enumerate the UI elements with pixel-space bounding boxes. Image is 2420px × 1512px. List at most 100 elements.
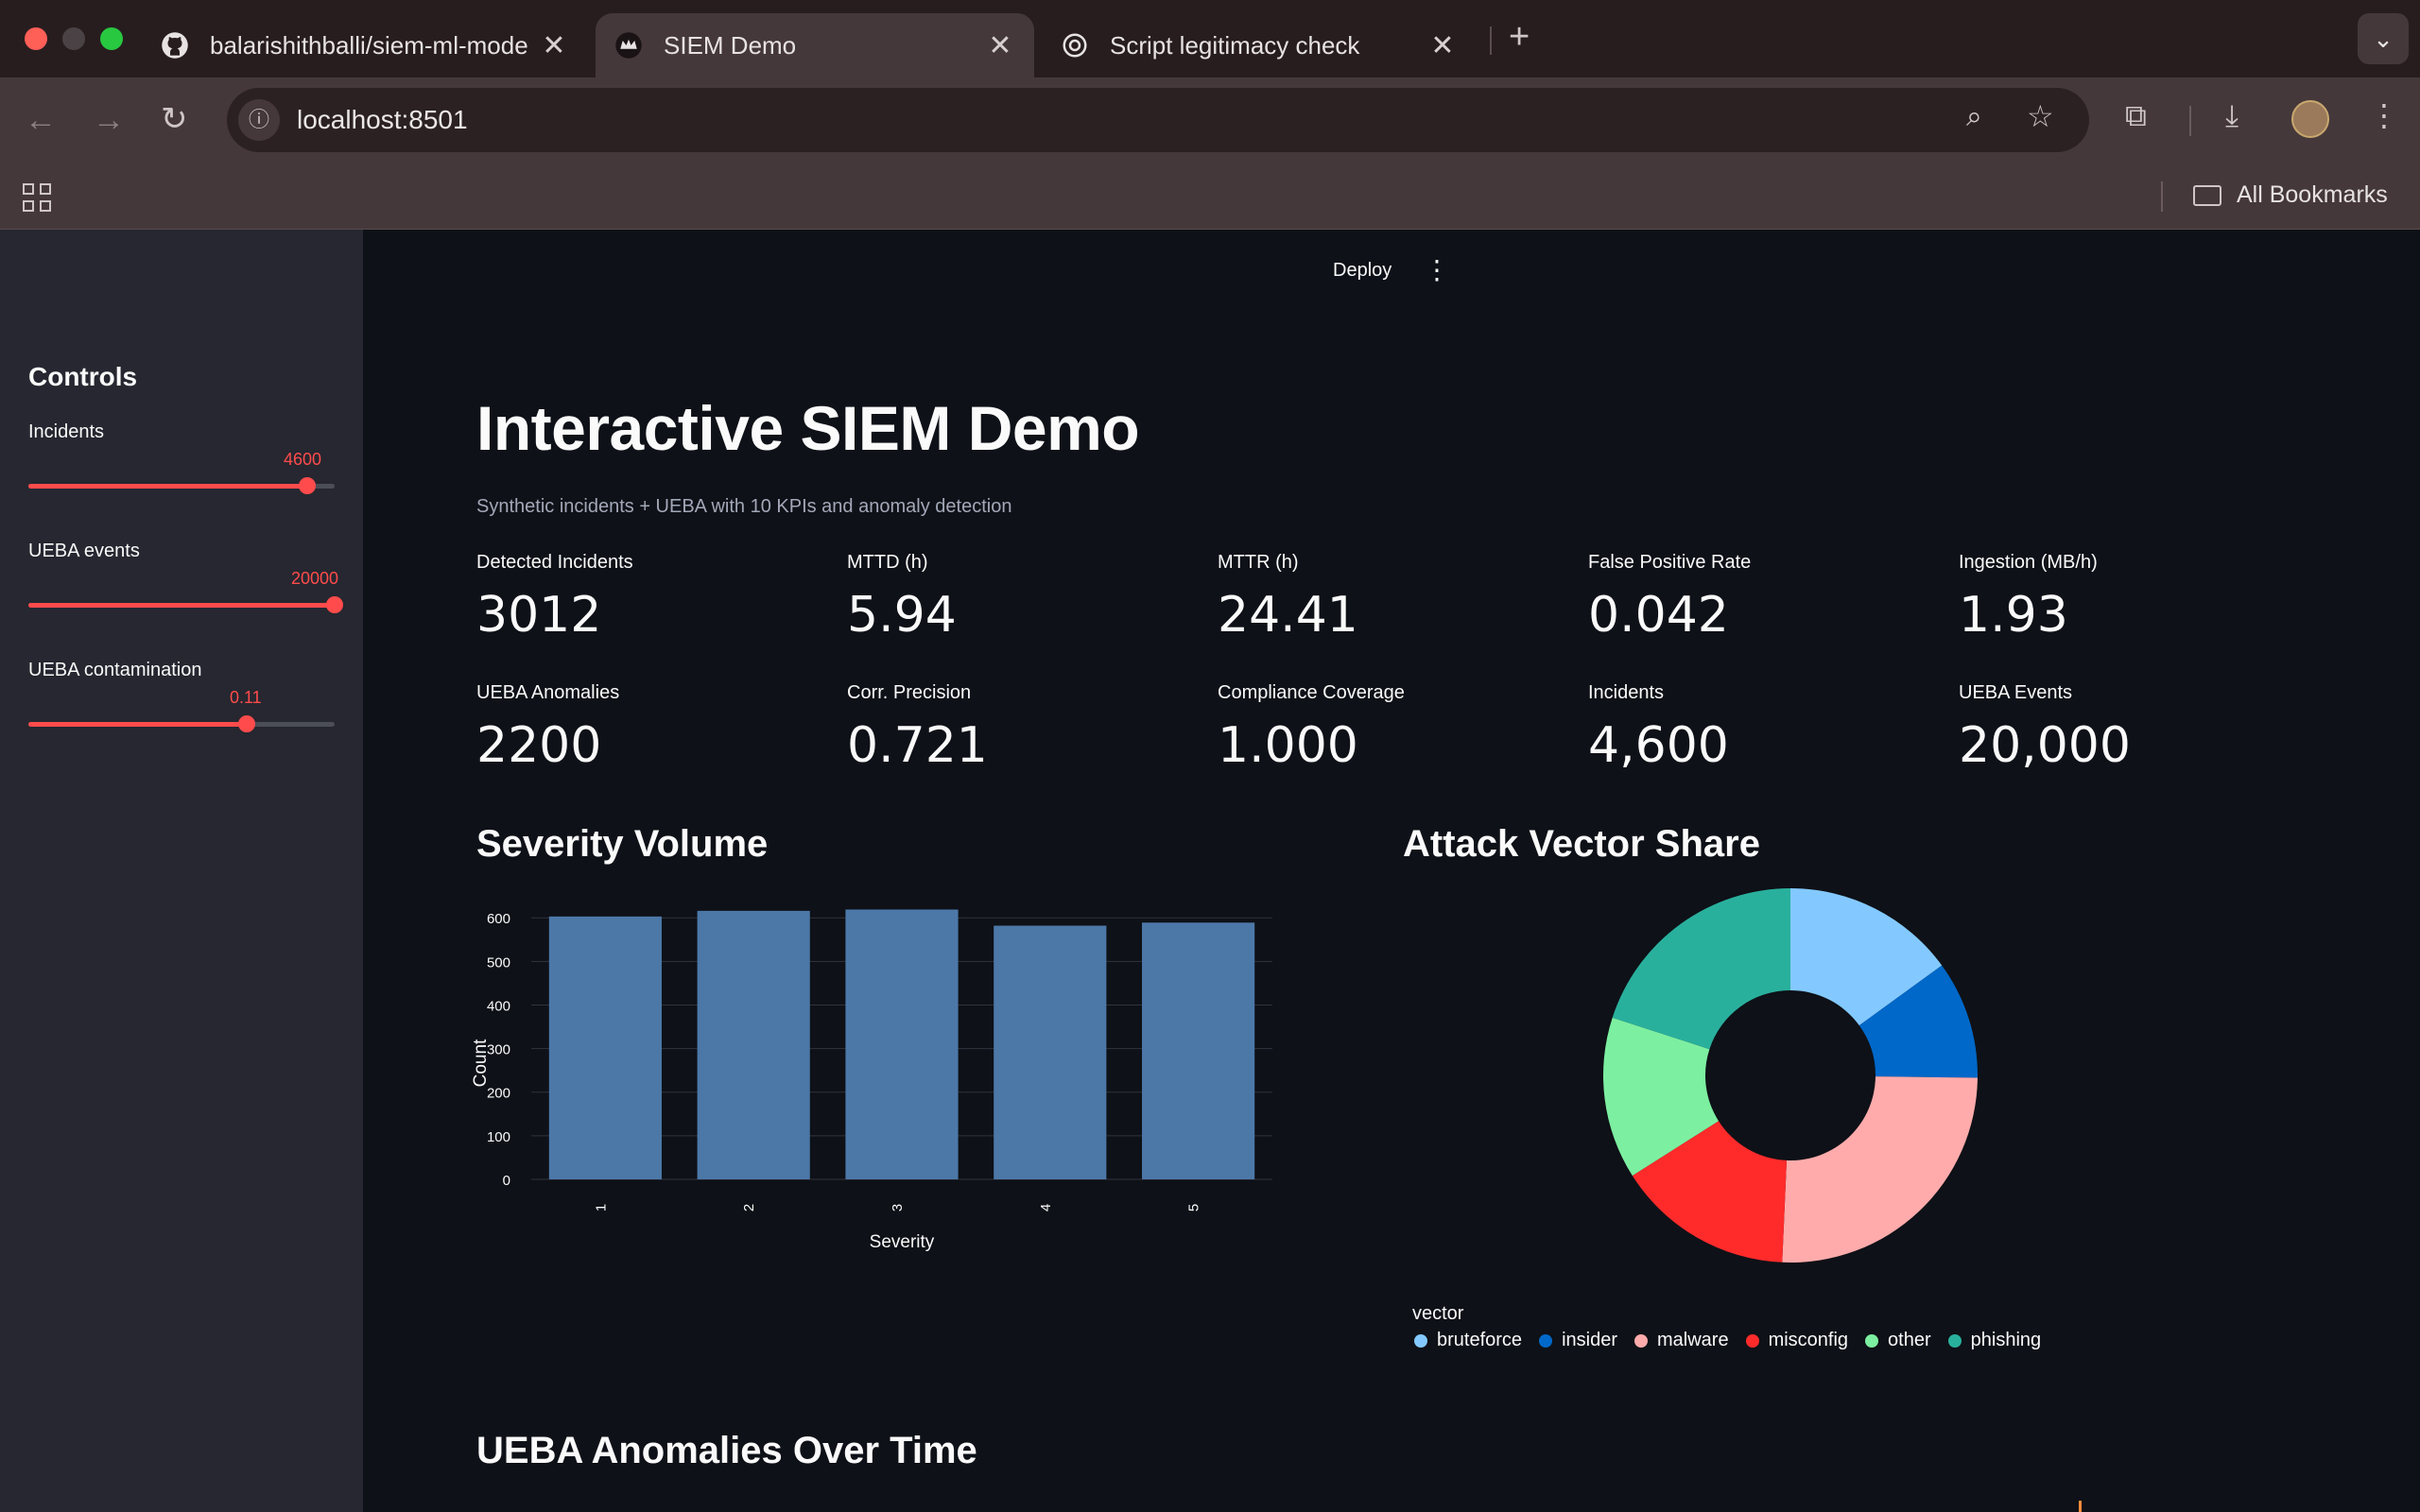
slice-phishing xyxy=(1612,888,1790,1050)
kpi-value: 20,000 xyxy=(1959,717,2131,774)
bar-severity-4 xyxy=(994,925,1107,1179)
legend-swatch xyxy=(1865,1333,1879,1348)
slice-malware xyxy=(1782,1076,1978,1263)
slider-thumb-ueba-events[interactable] xyxy=(326,596,343,613)
minimize-window-icon[interactable] xyxy=(62,27,85,50)
kpi-label: MTTD (h) xyxy=(847,552,928,573)
maximize-window-icon[interactable] xyxy=(100,27,123,50)
download-icon[interactable]: ⤓ xyxy=(2225,100,2238,130)
tab-github[interactable]: balarishithballi/siem-ml-mode ✕ xyxy=(127,13,588,77)
kpi-label: Corr. Precision xyxy=(847,682,972,703)
new-tab-icon[interactable]: + xyxy=(1509,19,1530,55)
browser-menu-icon[interactable]: ⋮ xyxy=(2369,100,2399,130)
legend-label: insider xyxy=(1562,1330,1617,1350)
address-bar[interactable]: ⓘ localhost:8501 ⌕ ☆ xyxy=(227,88,2089,152)
folder-icon xyxy=(2193,184,2221,206)
tab-title: SIEM Demo xyxy=(664,30,797,60)
slider-fill xyxy=(28,722,246,727)
legend-item-insider[interactable]: insider xyxy=(1539,1330,1617,1351)
legend-title: vector xyxy=(1412,1303,1464,1324)
deploy-button[interactable]: Deploy xyxy=(1333,260,1392,282)
slider-fill xyxy=(28,484,307,489)
attack-vector-legend: bruteforce insider malware misconfig other ph… xyxy=(1414,1330,2058,1352)
tab-title: Script legitimacy check xyxy=(1110,30,1360,60)
slider-label-ueba-events: UEBA events xyxy=(28,541,140,561)
x-tick-label: 5 xyxy=(1186,1204,1202,1211)
profile-avatar[interactable] xyxy=(2291,100,2329,138)
slider-fill xyxy=(28,603,335,608)
y-axis-label: Count xyxy=(471,1039,491,1087)
legend-label: phishing xyxy=(1970,1330,2042,1350)
apps-grid-icon[interactable] xyxy=(23,183,51,212)
sidebar-title: Controls xyxy=(28,362,138,391)
kpi-value: 3012 xyxy=(476,587,602,644)
tab-siem-demo[interactable]: SIEM Demo ✕ xyxy=(596,13,1034,77)
x-tick-label: 1 xyxy=(593,1204,609,1211)
tab-search-chevron-icon[interactable]: ⌄ xyxy=(2358,13,2409,64)
close-tab-icon[interactable]: ✕ xyxy=(533,29,575,62)
toolbar-divider xyxy=(2189,106,2191,136)
kpi-value: 4,600 xyxy=(1588,717,1729,774)
sidebar: Controls Incidents 4600 UEBA events 2000… xyxy=(0,230,363,1512)
section-title-severity: Severity Volume xyxy=(476,823,769,865)
legend-swatch xyxy=(1634,1333,1648,1348)
legend-swatch xyxy=(1947,1333,1962,1348)
tab-title: balarishithballi/siem-ml-mode xyxy=(210,30,528,60)
close-window-icon[interactable] xyxy=(25,27,47,50)
page-title: Interactive SIEM Demo xyxy=(476,393,1140,463)
legend-item-other[interactable]: other xyxy=(1865,1330,1931,1351)
slider-ueba-contamination[interactable] xyxy=(28,722,335,727)
forward-icon[interactable]: → xyxy=(93,104,125,136)
kpi-label: Detected Incidents xyxy=(476,552,633,573)
back-icon[interactable]: ← xyxy=(25,104,57,136)
main-menu-icon[interactable]: ⋮ xyxy=(1424,254,1450,285)
bar-severity-3 xyxy=(845,909,959,1179)
severity-bar-chart: 01002003004005006001 2 3 4 5SeverityCount xyxy=(471,909,1272,1252)
reload-icon[interactable]: ↻ xyxy=(161,103,188,135)
legend-swatch xyxy=(1745,1333,1759,1348)
section-title-ueba-anomalies: UEBA Anomalies Over Time xyxy=(476,1430,977,1471)
slider-thumb-incidents[interactable] xyxy=(299,477,316,494)
all-bookmarks-button[interactable]: All Bookmarks xyxy=(2193,181,2388,209)
close-tab-icon[interactable]: ✕ xyxy=(979,29,1021,62)
kpi-label: False Positive Rate xyxy=(1588,552,1752,573)
slider-value-incidents: 4600 xyxy=(284,450,322,469)
slider-incidents[interactable] xyxy=(28,484,335,489)
y-tick-label: 0 xyxy=(503,1173,510,1189)
section-title-attack-vector: Attack Vector Share xyxy=(1403,823,1760,865)
x-tick-label: 4 xyxy=(1038,1204,1054,1211)
kpi-value: 24.41 xyxy=(1218,587,1358,644)
zoom-icon[interactable]: ⌕ xyxy=(1966,103,1982,131)
kpi-label: UEBA Anomalies xyxy=(476,682,620,703)
site-info-icon[interactable]: ⓘ xyxy=(238,99,280,141)
extensions-icon[interactable]: ⧉ xyxy=(2125,100,2147,130)
attack-vector-donut-chart xyxy=(1603,888,1978,1263)
close-tab-icon[interactable]: ✕ xyxy=(1422,29,1463,62)
legend-item-phishing[interactable]: phishing xyxy=(1947,1330,2042,1351)
y-tick-label: 600 xyxy=(487,911,510,927)
streamlit-icon xyxy=(615,32,642,59)
kpi-label: MTTR (h) xyxy=(1218,552,1299,573)
kpi-label: UEBA Events xyxy=(1959,682,2073,703)
slider-ueba-events[interactable] xyxy=(28,603,335,608)
legend-item-misconfig[interactable]: misconfig xyxy=(1745,1330,1849,1351)
legend-item-malware[interactable]: malware xyxy=(1634,1330,1729,1351)
kpi-label: Incidents xyxy=(1588,682,1665,703)
kpi-value: 1.93 xyxy=(1959,587,2068,644)
slider-label-incidents: Incidents xyxy=(28,421,105,442)
bookmarks-bar: All Bookmarks xyxy=(0,164,2420,230)
legend-item-bruteforce[interactable]: bruteforce xyxy=(1414,1330,1522,1351)
kpi-label: Compliance Coverage xyxy=(1218,682,1405,703)
kpi-label: Ingestion (MB/h) xyxy=(1959,552,2098,573)
legend-swatch xyxy=(1414,1333,1427,1348)
bookmark-star-icon[interactable]: ☆ xyxy=(2027,101,2054,131)
chart-mark-partial xyxy=(2079,1501,2082,1512)
url-text[interactable]: localhost:8501 xyxy=(297,105,468,135)
kpi-value: 0.042 xyxy=(1588,587,1729,644)
legend-label: other xyxy=(1888,1330,1931,1350)
legend-label: misconfig xyxy=(1768,1330,1849,1350)
slider-value-ueba-events: 20000 xyxy=(291,569,339,588)
legend-label: malware xyxy=(1656,1330,1729,1350)
tab-script-legitimacy[interactable]: Script legitimacy check ✕ xyxy=(1042,13,1477,77)
slider-thumb-ueba-contamination[interactable] xyxy=(238,715,255,732)
